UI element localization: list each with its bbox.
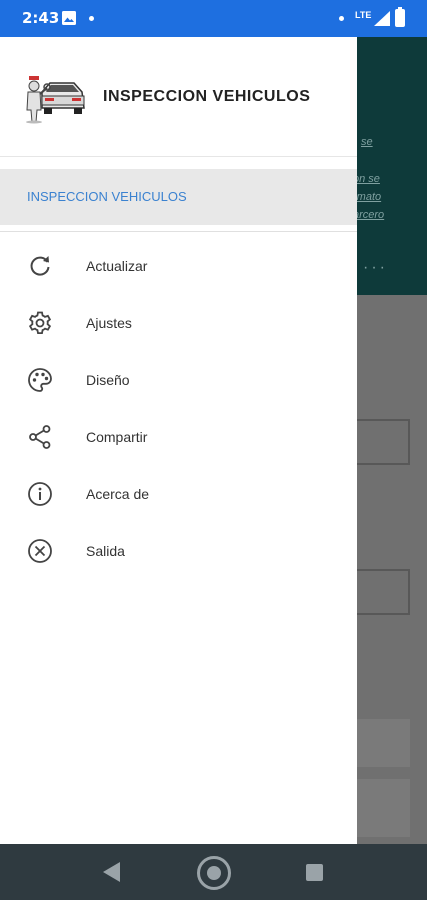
background-block xyxy=(351,719,410,767)
back-icon[interactable] xyxy=(103,862,121,882)
home-icon[interactable] xyxy=(197,856,231,890)
background-text: rmato xyxy=(353,191,382,203)
palette-icon xyxy=(28,368,52,392)
menu-item-label: Acerca de xyxy=(86,486,150,502)
close-circle-icon xyxy=(28,539,52,563)
network-type: LTE xyxy=(355,10,372,20)
system-navigation-bar xyxy=(0,844,427,900)
navigation-drawer: INSPECCION VEHICULOS INSPECCION VEHICULO… xyxy=(0,37,357,844)
menu-item-label: Ajustes xyxy=(86,315,132,331)
menu-item-salida[interactable]: Salida xyxy=(0,522,357,579)
menu-item-diseno[interactable]: Diseño xyxy=(0,351,357,408)
signal-icon xyxy=(374,11,390,26)
divider xyxy=(0,231,357,232)
background-block xyxy=(351,779,410,837)
gear-icon xyxy=(28,311,52,334)
menu-item-compartir[interactable]: Compartir xyxy=(0,408,357,465)
background-app-header: se on se rmato arcero ··· xyxy=(353,37,427,295)
info-icon xyxy=(28,482,52,506)
menu-item-ajustes[interactable]: Ajustes xyxy=(0,294,357,351)
background-text: se xyxy=(361,136,373,148)
menu-item-acerca-de[interactable]: Acerca de xyxy=(0,465,357,522)
image-notification-icon xyxy=(62,11,76,25)
status-time: 2:43 xyxy=(22,9,60,27)
more-dots-icon: ··· xyxy=(363,259,388,276)
app-title: INSPECCION VEHICULOS xyxy=(103,88,311,105)
drawer-item-label: INSPECCION VEHICULOS xyxy=(27,189,187,204)
menu-item-label: Salida xyxy=(86,543,125,559)
drawer-item-inspeccion-vehiculos[interactable]: INSPECCION VEHICULOS xyxy=(0,169,357,225)
share-icon xyxy=(29,425,51,449)
background-text: arcero xyxy=(353,209,385,221)
menu-item-label: Compartir xyxy=(86,429,148,445)
background-field xyxy=(351,419,410,465)
background-app-scrim[interactable]: se on se rmato arcero ··· xyxy=(351,37,427,844)
recent-apps-icon[interactable] xyxy=(306,864,323,881)
background-field xyxy=(351,569,410,615)
menu-item-actualizar[interactable]: Actualizar xyxy=(0,237,357,294)
notification-dot-icon xyxy=(339,16,344,21)
drawer-header: INSPECCION VEHICULOS xyxy=(0,37,357,157)
app-logo-icon xyxy=(26,76,85,124)
menu-item-label: Actualizar xyxy=(86,258,148,274)
menu-item-label: Diseño xyxy=(86,372,130,388)
background-text: on se xyxy=(353,173,380,185)
refresh-icon xyxy=(30,256,50,276)
battery-icon xyxy=(395,7,405,27)
notification-dot-icon xyxy=(89,16,94,21)
status-bar: 2:43 LTE xyxy=(0,0,427,37)
